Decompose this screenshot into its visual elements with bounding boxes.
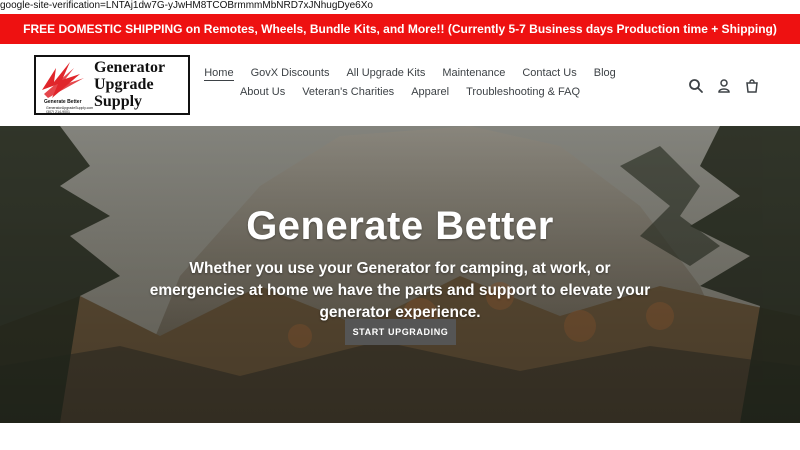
site-header: Generator Upgrade Supply Generate Better… bbox=[0, 44, 800, 126]
logo-line-2: Upgrade bbox=[94, 76, 154, 93]
cart-icon[interactable] bbox=[744, 78, 760, 94]
lightning-bolt-icon bbox=[42, 62, 84, 98]
nav-item-home[interactable]: Home bbox=[204, 67, 234, 81]
main-navigation: Home GovX Discounts All Upgrade Kits Mai… bbox=[204, 67, 616, 99]
user-icon[interactable] bbox=[716, 78, 732, 94]
nav-item-contact-us[interactable]: Contact Us bbox=[522, 67, 576, 81]
nav-item-veterans-charities[interactable]: Veteran's Charities bbox=[302, 86, 394, 99]
logo-line-3: Supply bbox=[94, 93, 143, 110]
nav-item-maintenance[interactable]: Maintenance bbox=[442, 67, 505, 81]
nav-item-troubleshooting-faq[interactable]: Troubleshooting & FAQ bbox=[466, 86, 580, 99]
hero-title: Generate Better bbox=[246, 204, 554, 248]
logo-phone: (307) 214-9001 bbox=[46, 110, 70, 114]
announcement-bar[interactable]: FREE DOMESTIC SHIPPING on Remotes, Wheel… bbox=[0, 14, 800, 44]
logo-contact: GeneratorUpgradeSupply.com (307) 214-900… bbox=[46, 106, 93, 114]
nav-item-apparel[interactable]: Apparel bbox=[411, 86, 449, 99]
nav-row-2: About Us Veteran's Charities Apparel Tro… bbox=[205, 86, 615, 99]
start-upgrading-button[interactable]: START UPGRADING bbox=[345, 319, 456, 345]
nav-row-1: Home GovX Discounts All Upgrade Kits Mai… bbox=[204, 67, 616, 81]
site-logo[interactable]: Generator Upgrade Supply Generate Better… bbox=[34, 55, 190, 115]
nav-item-all-upgrade-kits[interactable]: All Upgrade Kits bbox=[346, 67, 425, 81]
logo-line-1: Generator bbox=[94, 59, 166, 76]
logo-tagline: Generate Better bbox=[44, 99, 82, 105]
search-icon[interactable] bbox=[688, 78, 704, 94]
nav-item-about-us[interactable]: About Us bbox=[240, 86, 285, 99]
hero-banner: Generate Better Whether you use your Gen… bbox=[0, 126, 800, 423]
nav-item-blog[interactable]: Blog bbox=[594, 67, 616, 81]
nav-item-govx-discounts[interactable]: GovX Discounts bbox=[251, 67, 330, 81]
header-icons bbox=[688, 78, 760, 94]
hero-subtitle: Whether you use your Generator for campi… bbox=[149, 260, 651, 321]
announcement-text: FREE DOMESTIC SHIPPING on Remotes, Wheel… bbox=[23, 22, 777, 36]
site-verification-text: google-site-verification=LNTAj1dw7G-yJwH… bbox=[0, 0, 373, 11]
